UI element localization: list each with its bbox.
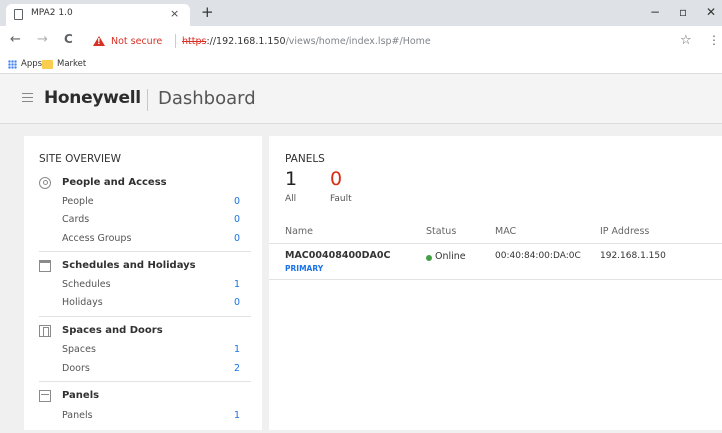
bookmark-market[interactable]: Market <box>57 59 86 69</box>
hamburger-menu-icon[interactable] <box>22 93 33 102</box>
close-tab-icon[interactable]: × <box>170 7 179 20</box>
back-icon[interactable]: ← <box>10 32 21 47</box>
online-status-dot-icon <box>426 255 432 261</box>
row-label-access-groups: Access Groups <box>62 233 132 244</box>
page-icon <box>14 9 23 20</box>
section-divider <box>39 381 251 382</box>
close-window-icon[interactable]: ✕ <box>706 5 716 19</box>
count-spaces[interactable]: 1 <box>204 344 240 355</box>
warning-icon[interactable] <box>93 36 105 46</box>
folder-icon[interactable] <box>42 60 53 69</box>
section-title-schedules-holidays: Schedules and Holidays <box>62 260 196 271</box>
column-header-status[interactable]: Status <box>426 226 456 237</box>
section-title-spaces-doors: Spaces and Doors <box>62 325 163 336</box>
tab-title: MPA2 1.0 <box>31 8 73 18</box>
bookmark-star-icon[interactable]: ☆ <box>680 33 692 48</box>
count-access-groups[interactable]: 0 <box>204 233 240 244</box>
panels-all-label: All <box>285 194 297 204</box>
row-label-holidays: Holidays <box>62 297 103 308</box>
row-label-doors: Doors <box>62 363 90 374</box>
panels-card: PANELS 1 All 0 Fault Name Status MAC IP … <box>269 136 722 430</box>
count-holidays[interactable]: 0 <box>204 297 240 308</box>
page-title: Dashboard <box>158 88 256 109</box>
browser-menu-icon[interactable]: ⋮ <box>708 33 720 47</box>
table-header-divider <box>269 243 722 244</box>
column-header-name[interactable]: Name <box>285 226 313 237</box>
browser-tab[interactable]: MPA2 1.0 × <box>6 4 190 26</box>
forward-icon[interactable]: → <box>37 32 48 47</box>
panels-all-count[interactable]: 1 <box>285 168 297 190</box>
count-schedules[interactable]: 1 <box>204 279 240 290</box>
section-title-panels: Panels <box>62 390 100 401</box>
column-header-mac[interactable]: MAC <box>495 226 516 237</box>
not-secure-label[interactable]: Not secure <box>111 36 162 47</box>
panel-status: Online <box>435 251 466 262</box>
table-row-divider <box>269 279 722 280</box>
count-cards[interactable]: 0 <box>204 214 240 225</box>
column-header-ip[interactable]: IP Address <box>600 226 649 237</box>
count-doors[interactable]: 2 <box>204 363 240 374</box>
door-icon <box>39 325 51 337</box>
count-panels[interactable]: 1 <box>204 410 240 421</box>
panel-name[interactable]: MAC00408400DA0C <box>285 250 390 261</box>
url-scheme: https <box>182 36 207 47</box>
url-divider <box>175 34 176 48</box>
panel-ip: 192.168.1.150 <box>600 251 666 261</box>
new-tab-button[interactable]: + <box>201 4 214 20</box>
section-title-people-access: People and Access <box>62 177 167 188</box>
section-divider <box>39 316 251 317</box>
reload-icon[interactable]: C <box>64 32 73 46</box>
minimize-icon[interactable]: − <box>650 5 660 19</box>
maximize-icon[interactable]: ▫ <box>679 5 687 19</box>
brand-logo[interactable]: Honeywell <box>44 88 141 108</box>
browser-tab-strip: MPA2 1.0 × + − ▫ ✕ <box>0 0 722 26</box>
primary-tag: PRIMARY <box>285 264 324 273</box>
address-bar[interactable]: https://192.168.1.150/views/home/index.l… <box>182 36 431 47</box>
panels-fault-label: Fault <box>330 194 352 204</box>
panel-mac: 00:40:84:00:DA:0C <box>495 251 581 261</box>
header-divider <box>147 89 148 111</box>
app-header: Honeywell Dashboard <box>0 74 722 124</box>
bookmarks-bar: Apps Market <box>0 56 722 74</box>
site-overview-title: SITE OVERVIEW <box>39 153 122 165</box>
section-divider <box>39 251 251 252</box>
panel-icon <box>39 390 51 402</box>
browser-toolbar: ← → C Not secure https://192.168.1.150/v… <box>0 26 722 56</box>
person-circle-icon <box>39 177 51 189</box>
panels-title: PANELS <box>285 153 325 165</box>
row-label-schedules: Schedules <box>62 279 111 290</box>
url-host: ://192.168.1.150 <box>206 36 286 47</box>
url-path: /views/home/index.lsp#/Home <box>285 36 431 47</box>
apps-grid-icon[interactable] <box>8 60 17 69</box>
count-people[interactable]: 0 <box>204 196 240 207</box>
row-label-people: People <box>62 196 94 207</box>
calendar-icon <box>39 260 51 272</box>
bookmark-apps[interactable]: Apps <box>21 59 42 69</box>
row-label-cards: Cards <box>62 214 90 225</box>
site-overview-card: SITE OVERVIEW People and Access People 0… <box>24 136 262 430</box>
panels-fault-count[interactable]: 0 <box>330 168 342 190</box>
row-label-panels: Panels <box>62 410 93 421</box>
row-label-spaces: Spaces <box>62 344 96 355</box>
